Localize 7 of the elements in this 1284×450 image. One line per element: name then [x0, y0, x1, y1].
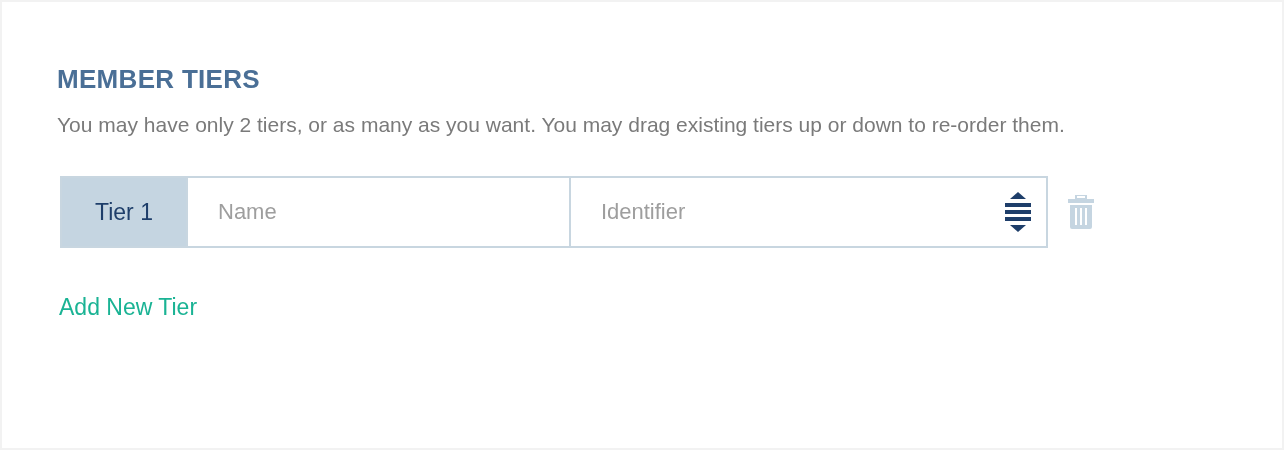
section-title: MEMBER TIERS [57, 64, 261, 95]
identifier-input[interactable]: Identifier [568, 176, 1048, 248]
section-description: You may have only 2 tiers, or as many as you want. You may drag existing tiers up or down to re-order them. [57, 112, 1066, 138]
tier-label: Tier 1 [60, 176, 186, 248]
drag-handle-icon[interactable] [1004, 190, 1032, 234]
name-input[interactable]: Name [186, 176, 569, 248]
add-new-tier-link[interactable]: Add New Tier [59, 294, 198, 321]
